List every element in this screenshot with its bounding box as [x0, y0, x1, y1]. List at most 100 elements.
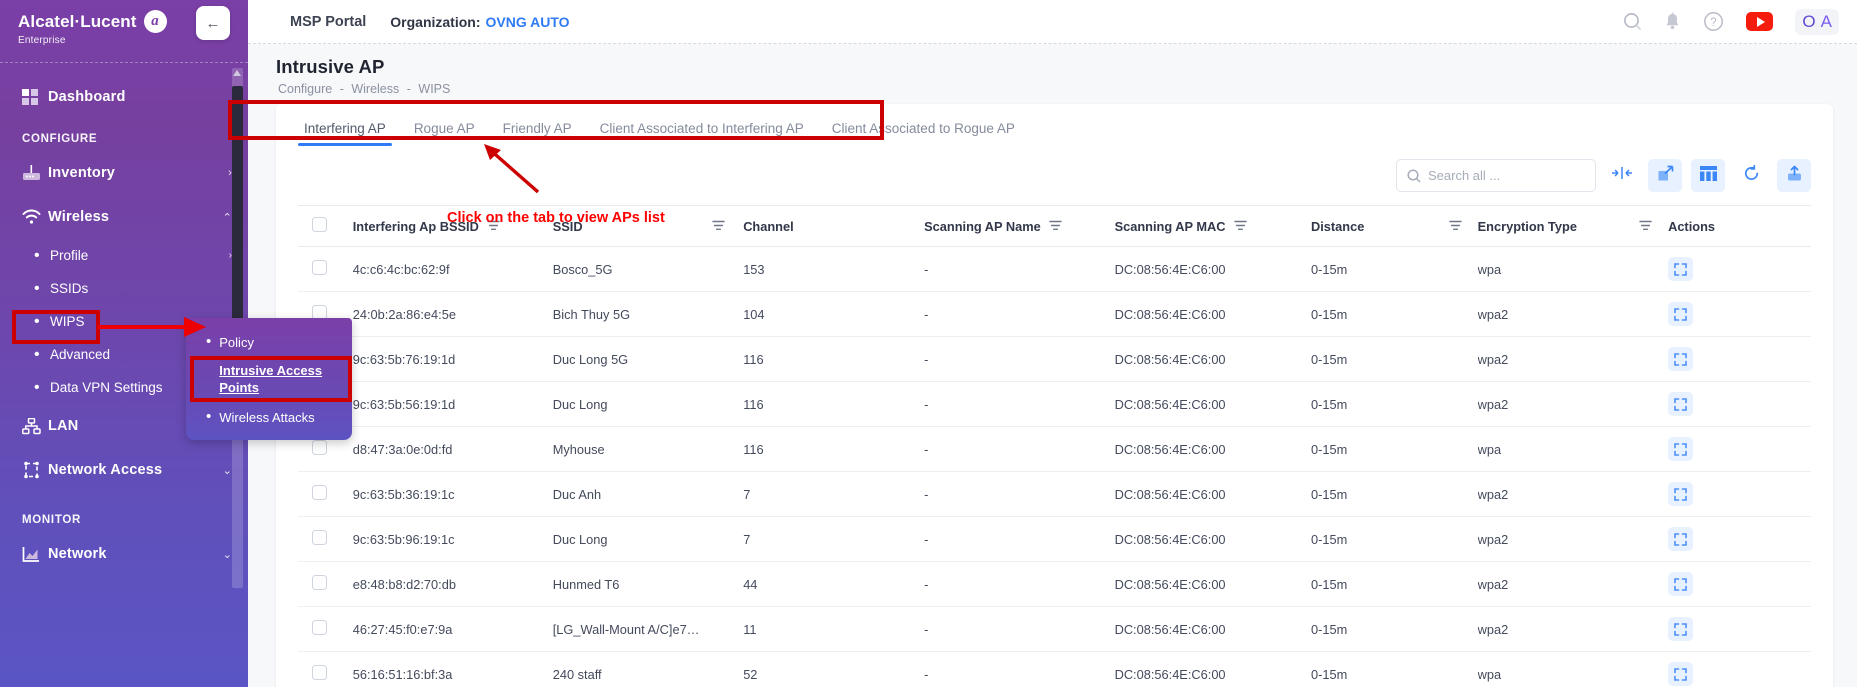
table-row[interactable]: e8:48:b8:d2:70:dbHunmed T644-DC:08:56:4E…	[298, 562, 1811, 607]
sidebar-item-wireless[interactable]: Wireless ⌃	[0, 195, 248, 239]
tab-client-associated-rogue-ap[interactable]: Client Associated to Rogue AP	[818, 121, 1029, 146]
table-row[interactable]: d8:47:3a:0e:0d:fdMyhouse116-DC:08:56:4E:…	[298, 427, 1811, 472]
expand-row-icon[interactable]	[1668, 302, 1693, 326]
sidebar-item-profile[interactable]: • Profile ›	[0, 239, 248, 272]
expand-button[interactable]	[1648, 159, 1682, 192]
filter-icon[interactable]	[712, 219, 725, 234]
help-icon[interactable]: ?	[1703, 11, 1724, 32]
filter-icon[interactable]	[1449, 219, 1462, 234]
row-checkbox[interactable]	[312, 440, 327, 455]
main-area: MSP Portal Organization: OVNG AUTO ? O A	[248, 0, 1857, 687]
organization-value[interactable]: OVNG AUTO	[486, 14, 570, 30]
avatar[interactable]: O A	[1795, 9, 1839, 35]
cell-ssid: 240 staff	[553, 652, 743, 687]
column-header-scanning-ap-name[interactable]: Scanning AP Name	[924, 206, 1114, 247]
breadcrumb-item-wips[interactable]: WIPS	[418, 82, 450, 96]
tab-friendly-ap[interactable]: Friendly AP	[489, 121, 586, 146]
sidebar-item-label: Network	[48, 546, 223, 562]
organization-label: Organization:	[390, 14, 480, 30]
expand-row-icon[interactable]	[1668, 437, 1693, 461]
column-header-distance[interactable]: Distance	[1311, 206, 1478, 247]
table-row[interactable]: 9c:63:5b:36:19:1cDuc Anh7-DC:08:56:4E:C6…	[298, 472, 1811, 517]
wips-submenu-flyout: • Policy • Intrusive Access Points • Wir…	[186, 318, 352, 440]
filter-icon[interactable]	[1049, 219, 1062, 234]
table-row[interactable]: 9c:63:5b:76:19:1dDuc Long 5G116-DC:08:56…	[298, 337, 1811, 382]
breadcrumb-item-wireless[interactable]: Wireless	[351, 82, 399, 96]
table-row[interactable]: 46:27:45:f0:e7:9a[LG_Wall-Mount A/C]e7…1…	[298, 607, 1811, 652]
youtube-icon[interactable]	[1746, 12, 1773, 31]
row-checkbox[interactable]	[312, 530, 327, 545]
sidebar-item-network-access[interactable]: Network Access ⌄	[0, 448, 248, 492]
table-row[interactable]: 24:0b:2a:86:e4:5eBich Thuy 5G104-DC:08:5…	[298, 292, 1811, 337]
sidebar-item-network[interactable]: Network ⌄	[0, 532, 248, 576]
expand-row-icon[interactable]	[1668, 482, 1693, 506]
submenu-item-policy[interactable]: • Policy	[186, 330, 352, 355]
sidebar-collapse-button[interactable]: ←	[196, 6, 230, 40]
submenu-item-intrusive-access-points[interactable]: • Intrusive Access Points	[186, 357, 352, 401]
cell-ssid: [LG_Wall-Mount A/C]e7…	[553, 607, 743, 652]
cell-sname: -	[924, 562, 1114, 607]
cell-actions	[1668, 652, 1811, 687]
row-select-cell	[298, 652, 353, 687]
cell-actions	[1668, 382, 1811, 427]
cell-enc: wpa2	[1478, 607, 1668, 652]
column-header-actions: Actions	[1668, 206, 1811, 247]
table-row[interactable]: 56:16:51:16:bf:3a240 staff52-DC:08:56:4E…	[298, 652, 1811, 687]
export-button[interactable]	[1777, 159, 1811, 192]
row-checkbox[interactable]	[312, 575, 327, 590]
cell-enc: wpa	[1478, 427, 1668, 472]
expand-row-icon[interactable]	[1668, 257, 1693, 281]
filter-icon[interactable]	[1234, 219, 1247, 234]
expand-row-icon[interactable]	[1668, 527, 1693, 551]
cell-actions	[1668, 562, 1811, 607]
notification-bell-icon[interactable]	[1664, 12, 1681, 31]
tab-client-associated-interfering-ap[interactable]: Client Associated to Interfering AP	[586, 121, 818, 146]
expand-row-icon[interactable]	[1668, 572, 1693, 596]
expand-row-icon[interactable]	[1668, 347, 1693, 371]
row-checkbox[interactable]	[312, 620, 327, 635]
expand-row-icon[interactable]	[1668, 662, 1693, 686]
cell-ssid: Bosco_5G	[553, 247, 743, 292]
scroll-up-arrow-icon[interactable]	[233, 70, 241, 76]
tab-interfering-ap[interactable]: Interfering AP	[290, 121, 400, 146]
search-icon[interactable]	[1623, 12, 1642, 31]
app-root: Alcatel·Lucent a Enterprise Dashboard CO…	[0, 0, 1857, 687]
table-row[interactable]: 9c:63:5b:56:19:1dDuc Long116-DC:08:56:4E…	[298, 382, 1811, 427]
cell-actions	[1668, 472, 1811, 517]
fit-columns-button[interactable]	[1605, 159, 1639, 192]
table-row[interactable]: 9c:63:5b:96:19:1cDuc Long7-DC:08:56:4E:C…	[298, 517, 1811, 562]
breadcrumb-item-configure[interactable]: Configure	[278, 82, 332, 96]
cell-bssid: 46:27:45:f0:e7:9a	[353, 607, 553, 652]
tab-rogue-ap[interactable]: Rogue AP	[400, 121, 489, 146]
fit-columns-icon	[1611, 166, 1633, 185]
row-checkbox[interactable]	[312, 260, 327, 275]
table-row[interactable]: 4c:c6:4c:bc:62:9fBosco_5G153-DC:08:56:4E…	[298, 247, 1811, 292]
column-header-channel[interactable]: Channel	[743, 206, 924, 247]
column-header-scanning-ap-mac[interactable]: Scanning AP MAC	[1115, 206, 1311, 247]
search-input[interactable]: Search all ...	[1396, 159, 1596, 192]
columns-button[interactable]	[1691, 159, 1725, 192]
cell-channel: 7	[743, 472, 924, 517]
expand-row-icon[interactable]	[1668, 392, 1693, 416]
sidebar-item-dashboard[interactable]: Dashboard	[0, 75, 248, 119]
sidebar-item-inventory[interactable]: Inventory ›	[0, 151, 248, 195]
cell-channel: 7	[743, 517, 924, 562]
filter-icon[interactable]	[1639, 219, 1652, 234]
row-checkbox[interactable]	[312, 665, 327, 680]
column-header-encryption-type[interactable]: Encryption Type	[1478, 206, 1668, 247]
row-checkbox[interactable]	[312, 485, 327, 500]
breadcrumb-separator: -	[407, 82, 411, 96]
expand-row-icon[interactable]	[1668, 617, 1693, 641]
sidebar-item-ssids[interactable]: • SSIDs	[0, 272, 248, 305]
msp-portal-label[interactable]: MSP Portal	[290, 14, 366, 30]
cell-ssid: Duc Anh	[553, 472, 743, 517]
refresh-button[interactable]	[1734, 159, 1768, 192]
submenu-item-wireless-attacks[interactable]: • Wireless Attacks	[186, 405, 352, 430]
breadcrumb-separator: -	[340, 82, 344, 96]
cell-actions	[1668, 292, 1811, 337]
select-all-checkbox[interactable]	[312, 217, 327, 232]
cell-channel: 116	[743, 427, 924, 472]
cell-smac: DC:08:56:4E:C6:00	[1115, 382, 1311, 427]
cell-bssid: 9c:63:5b:56:19:1d	[353, 382, 553, 427]
columns-icon	[1700, 166, 1717, 186]
